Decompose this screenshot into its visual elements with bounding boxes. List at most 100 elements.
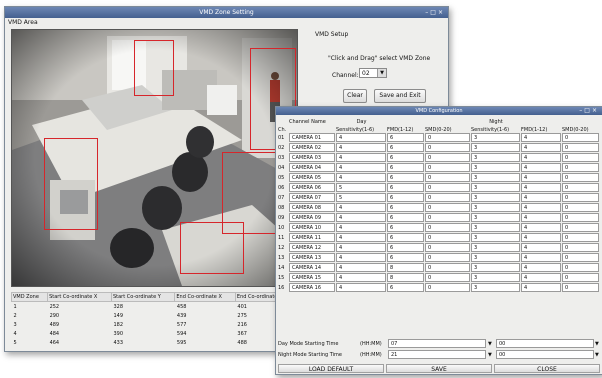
day-sensitivity-field[interactable]: 4 xyxy=(336,173,386,182)
night-sensitivity-field[interactable]: 3 xyxy=(471,163,520,172)
day-fmd-field[interactable]: 6 xyxy=(387,223,424,232)
day-sensitivity-field[interactable]: 4 xyxy=(336,233,386,242)
chevron-down-icon[interactable]: ▼ xyxy=(488,350,492,360)
night-fmd-field[interactable]: 4 xyxy=(521,203,561,212)
window-controls-icon[interactable]: –□× xyxy=(425,7,445,18)
day-fmd-field[interactable]: 6 xyxy=(387,173,424,182)
vmd-zone-rect[interactable] xyxy=(180,222,244,274)
day-fmd-field[interactable]: 6 xyxy=(387,203,424,212)
day-smd-field[interactable]: 0 xyxy=(425,183,470,192)
chevron-down-icon[interactable]: ▼ xyxy=(595,350,599,360)
night-fmd-field[interactable]: 4 xyxy=(521,133,561,142)
night-fmd-field[interactable]: 4 xyxy=(521,233,561,242)
day-smd-field[interactable]: 0 xyxy=(425,163,470,172)
day-fmd-field[interactable]: 6 xyxy=(387,163,424,172)
day-smd-field[interactable]: 0 xyxy=(425,243,470,252)
channel-name-field[interactable]: CAMERA 16 xyxy=(289,283,335,292)
channel-name-field[interactable]: CAMERA 05 xyxy=(289,173,335,182)
channel-name-field[interactable]: CAMERA 01 xyxy=(289,133,335,142)
day-fmd-field[interactable]: 6 xyxy=(387,243,424,252)
day-smd-field[interactable]: 0 xyxy=(425,223,470,232)
day-smd-field[interactable]: 0 xyxy=(425,143,470,152)
vmd-zone-rect[interactable] xyxy=(134,40,174,96)
night-smd-field[interactable]: 0 xyxy=(562,213,599,222)
day-smd-field[interactable]: 0 xyxy=(425,133,470,142)
day-smd-field[interactable]: 0 xyxy=(425,273,470,282)
day-fmd-field[interactable]: 6 xyxy=(387,153,424,162)
night-fmd-field[interactable]: 4 xyxy=(521,243,561,252)
night-sensitivity-field[interactable]: 3 xyxy=(471,223,520,232)
column-header[interactable]: Start Co-ordinate X xyxy=(47,292,112,302)
night-smd-field[interactable]: 0 xyxy=(562,223,599,232)
channel-name-field[interactable]: CAMERA 09 xyxy=(289,213,335,222)
night-smd-field[interactable]: 0 xyxy=(562,203,599,212)
menu-vmd-area[interactable]: VMD Area xyxy=(5,18,448,27)
day-sensitivity-field[interactable]: 4 xyxy=(336,263,386,272)
table-row[interactable]: 3 489 182 577 216 xyxy=(12,320,296,329)
day-smd-field[interactable]: 0 xyxy=(425,213,470,222)
day-sensitivity-field[interactable]: 4 xyxy=(336,253,386,262)
day-sensitivity-field[interactable]: 4 xyxy=(336,163,386,172)
day-minute-select[interactable]: 00 xyxy=(496,339,594,348)
night-fmd-field[interactable]: 4 xyxy=(521,213,561,222)
camera-view[interactable] xyxy=(11,29,298,287)
day-sensitivity-field[interactable]: 5 xyxy=(336,183,386,192)
day-fmd-field[interactable]: 8 xyxy=(387,263,424,272)
day-fmd-field[interactable]: 6 xyxy=(387,233,424,242)
day-sensitivity-field[interactable]: 4 xyxy=(336,133,386,142)
night-sensitivity-field[interactable]: 3 xyxy=(471,173,520,182)
night-smd-field[interactable]: 0 xyxy=(562,143,599,152)
day-smd-field[interactable]: 0 xyxy=(425,153,470,162)
save-button[interactable]: SAVE xyxy=(386,364,492,373)
channel-name-field[interactable]: CAMERA 03 xyxy=(289,153,335,162)
channel-name-field[interactable]: CAMERA 13 xyxy=(289,253,335,262)
config-window-titlebar[interactable]: VMD Configuration –□× xyxy=(276,107,602,115)
day-sensitivity-field[interactable]: 4 xyxy=(336,153,386,162)
day-hour-select[interactable]: 07 xyxy=(388,339,486,348)
day-smd-field[interactable]: 0 xyxy=(425,203,470,212)
day-fmd-field[interactable]: 6 xyxy=(387,213,424,222)
night-sensitivity-field[interactable]: 3 xyxy=(471,263,520,272)
chevron-down-icon[interactable]: ▼ xyxy=(377,69,386,77)
night-sensitivity-field[interactable]: 3 xyxy=(471,213,520,222)
channel-name-field[interactable]: CAMERA 12 xyxy=(289,243,335,252)
night-sensitivity-field[interactable]: 3 xyxy=(471,203,520,212)
save-and-exit-button[interactable]: Save and Exit xyxy=(374,89,426,103)
table-row[interactable]: 2 290 149 439 275 xyxy=(12,311,296,320)
night-fmd-field[interactable]: 4 xyxy=(521,273,561,282)
channel-name-field[interactable]: CAMERA 14 xyxy=(289,263,335,272)
night-smd-field[interactable]: 0 xyxy=(562,173,599,182)
day-sensitivity-field[interactable]: 4 xyxy=(336,243,386,252)
night-smd-field[interactable]: 0 xyxy=(562,273,599,282)
night-sensitivity-field[interactable]: 3 xyxy=(471,133,520,142)
night-fmd-field[interactable]: 4 xyxy=(521,263,561,272)
table-row[interactable]: 1 252 328 458 401 xyxy=(12,302,296,312)
night-sensitivity-field[interactable]: 3 xyxy=(471,253,520,262)
day-sensitivity-field[interactable]: 4 xyxy=(336,223,386,232)
day-fmd-field[interactable]: 6 xyxy=(387,253,424,262)
night-fmd-field[interactable]: 4 xyxy=(521,163,561,172)
night-smd-field[interactable]: 0 xyxy=(562,283,599,292)
channel-name-field[interactable]: CAMERA 07 xyxy=(289,193,335,202)
night-smd-field[interactable]: 0 xyxy=(562,243,599,252)
night-sensitivity-field[interactable]: 3 xyxy=(471,273,520,282)
night-sensitivity-field[interactable]: 3 xyxy=(471,143,520,152)
night-fmd-field[interactable]: 4 xyxy=(521,193,561,202)
night-fmd-field[interactable]: 4 xyxy=(521,153,561,162)
channel-name-field[interactable]: CAMERA 11 xyxy=(289,233,335,242)
night-fmd-field[interactable]: 4 xyxy=(521,183,561,192)
load-default-button[interactable]: LOAD DEFAULT xyxy=(278,364,384,373)
day-fmd-field[interactable]: 6 xyxy=(387,283,424,292)
channel-name-field[interactable]: CAMERA 08 xyxy=(289,203,335,212)
channel-name-field[interactable]: CAMERA 02 xyxy=(289,143,335,152)
night-sensitivity-field[interactable]: 3 xyxy=(471,193,520,202)
chevron-down-icon[interactable]: ▼ xyxy=(488,339,492,349)
night-sensitivity-field[interactable]: 3 xyxy=(471,233,520,242)
night-sensitivity-field[interactable]: 3 xyxy=(471,183,520,192)
day-smd-field[interactable]: 0 xyxy=(425,283,470,292)
night-fmd-field[interactable]: 4 xyxy=(521,283,561,292)
column-header[interactable]: End Co-ordinate X xyxy=(174,292,236,302)
close-button[interactable]: CLOSE xyxy=(494,364,600,373)
vmd-zone-rect[interactable] xyxy=(44,138,98,230)
night-fmd-field[interactable]: 4 xyxy=(521,223,561,232)
